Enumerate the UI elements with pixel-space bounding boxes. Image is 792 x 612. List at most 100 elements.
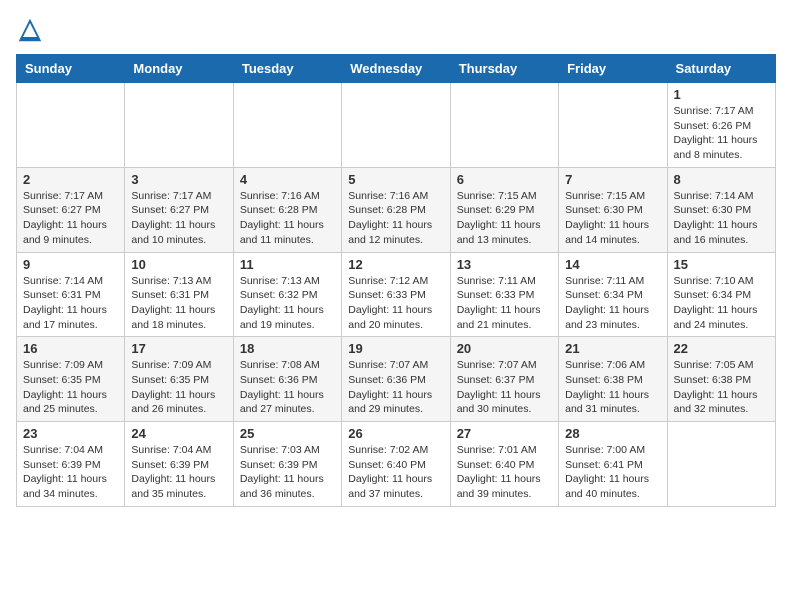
calendar-week-row: 1 Sunrise: 7:17 AM Sunset: 6:26 PM Daylig… (17, 83, 776, 168)
day-info: Sunrise: 7:08 AM Sunset: 6:36 PM Dayligh… (240, 358, 335, 417)
calendar-cell: 17 Sunrise: 7:09 AM Sunset: 6:35 PM Dayli… (125, 337, 233, 422)
day-number: 26 (348, 426, 443, 441)
day-info: Sunrise: 7:13 AM Sunset: 6:32 PM Dayligh… (240, 274, 335, 333)
calendar-cell: 2 Sunrise: 7:17 AM Sunset: 6:27 PM Daylig… (17, 167, 125, 252)
calendar-cell (233, 83, 341, 168)
calendar-cell: 27Sunrise: 7:01 AM Sunset: 6:40 PM Dayli… (450, 422, 558, 507)
day-number: 16 (23, 341, 118, 356)
day-info: Sunrise: 7:09 AM Sunset: 6:35 PM Dayligh… (23, 358, 118, 417)
day-number: 12 (348, 257, 443, 272)
day-info: Sunrise: 7:06 AM Sunset: 6:38 PM Dayligh… (565, 358, 660, 417)
calendar-cell (667, 422, 775, 507)
day-info: Sunrise: 7:12 AM Sunset: 6:33 PM Dayligh… (348, 274, 443, 333)
day-number: 7 (565, 172, 660, 187)
calendar-cell: 23Sunrise: 7:04 AM Sunset: 6:39 PM Dayli… (17, 422, 125, 507)
column-header-saturday: Saturday (667, 55, 775, 83)
day-number: 17 (131, 341, 226, 356)
calendar-cell: 13 Sunrise: 7:11 AM Sunset: 6:33 PM Dayli… (450, 252, 558, 337)
day-info: Sunrise: 7:11 AM Sunset: 6:34 PM Dayligh… (565, 274, 660, 333)
day-number: 6 (457, 172, 552, 187)
day-number: 18 (240, 341, 335, 356)
day-number: 4 (240, 172, 335, 187)
day-number: 11 (240, 257, 335, 272)
day-number: 15 (674, 257, 769, 272)
calendar-cell: 5 Sunrise: 7:16 AM Sunset: 6:28 PM Daylig… (342, 167, 450, 252)
calendar-cell: 18 Sunrise: 7:08 AM Sunset: 6:36 PM Dayli… (233, 337, 341, 422)
calendar-cell: 26 Sunrise: 7:02 AM Sunset: 6:40 PM Dayli… (342, 422, 450, 507)
day-info: Sunrise: 7:17 AM Sunset: 6:26 PM Dayligh… (674, 104, 769, 163)
calendar-cell: 15 Sunrise: 7:10 AM Sunset: 6:34 PM Dayli… (667, 252, 775, 337)
calendar-cell: 6 Sunrise: 7:15 AM Sunset: 6:29 PM Daylig… (450, 167, 558, 252)
day-number: 19 (348, 341, 443, 356)
calendar-week-row: 23 Sunrise: 7:04 AM Sunset: 6:39 PM Dayli… (17, 422, 776, 507)
day-number: 22 (674, 341, 769, 356)
day-number: 24 (131, 426, 226, 441)
calendar-table: SundayMondayTuesdayWednesdayThursdayFrid… (16, 54, 776, 507)
page-header (16, 16, 776, 44)
day-number: 28 (565, 426, 660, 441)
column-header-tuesday: Tuesday (233, 55, 341, 83)
calendar-cell (450, 83, 558, 168)
calendar-cell: 14 Sunrise: 7:11 AM Sunset: 6:34 PM Dayli… (559, 252, 667, 337)
day-number: 13 (457, 257, 552, 272)
day-info: Sunrise: 7:07 AM Sunset: 6:36 PM Dayligh… (348, 358, 443, 417)
day-number: 27 (457, 426, 552, 441)
day-info: Sunrise: 7:14 AM Sunset: 6:31 PM Dayligh… (23, 274, 118, 333)
day-info: Sunrise: 7:15 AM Sunset: 6:30 PM Dayligh… (565, 189, 660, 248)
day-info: Sunrise: 7:17 AM Sunset: 6:27 PM Dayligh… (23, 189, 118, 248)
day-info: Sunrise: 7:13 AM Sunset: 6:31 PM Dayligh… (131, 274, 226, 333)
day-info: Sunrise: 7:02 AM Sunset: 6:40 PM Dayligh… (348, 443, 443, 502)
day-info: Sunrise: 7:16 AM Sunset: 6:28 PM Dayligh… (348, 189, 443, 248)
day-info: Sunrise: 7:07 AM Sunset: 6:37 PM Dayligh… (457, 358, 552, 417)
calendar-cell: 24 Sunrise: 7:04 AM Sunset: 6:39 PM Dayli… (125, 422, 233, 507)
day-number: 23 (23, 426, 118, 441)
calendar-week-row: 16 Sunrise: 7:09 AM Sunset: 6:35 PM Dayli… (17, 337, 776, 422)
day-info: Sunrise: 7:10 AM Sunset: 6:34 PM Dayligh… (674, 274, 769, 333)
day-info: Sunrise: 7:09 AM Sunset: 6:35 PM Dayligh… (131, 358, 226, 417)
calendar-cell: 28 Sunrise: 7:00 AM Sunset: 6:41 PM Dayli… (559, 422, 667, 507)
day-info: Sunrise: 7:05 AM Sunset: 6:38 PM Dayligh… (674, 358, 769, 417)
calendar-cell: 7 Sunrise: 7:15 AM Sunset: 6:30 PM Daylig… (559, 167, 667, 252)
day-info: Sunrise: 7:11 AM Sunset: 6:33 PM Dayligh… (457, 274, 552, 333)
day-number: 5 (348, 172, 443, 187)
day-info: Sunrise: 7:14 AM Sunset: 6:30 PM Dayligh… (674, 189, 769, 248)
day-info: Sunrise: 7:17 AM Sunset: 6:27 PM Dayligh… (131, 189, 226, 248)
calendar-cell (17, 83, 125, 168)
column-header-friday: Friday (559, 55, 667, 83)
calendar-cell: 16 Sunrise: 7:09 AM Sunset: 6:35 PM Dayli… (17, 337, 125, 422)
calendar-cell: 19 Sunrise: 7:07 AM Sunset: 6:36 PM Dayli… (342, 337, 450, 422)
calendar-header-row: SundayMondayTuesdayWednesdayThursdayFrid… (17, 55, 776, 83)
calendar-cell: 1 Sunrise: 7:17 AM Sunset: 6:26 PM Daylig… (667, 83, 775, 168)
calendar-cell: 20 Sunrise: 7:07 AM Sunset: 6:37 PM Dayli… (450, 337, 558, 422)
day-number: 2 (23, 172, 118, 187)
logo-icon (16, 16, 44, 44)
day-number: 10 (131, 257, 226, 272)
day-number: 20 (457, 341, 552, 356)
column-header-monday: Monday (125, 55, 233, 83)
column-header-sunday: Sunday (17, 55, 125, 83)
day-info: Sunrise: 7:16 AM Sunset: 6:28 PM Dayligh… (240, 189, 335, 248)
column-header-thursday: Thursday (450, 55, 558, 83)
calendar-cell: 11 Sunrise: 7:13 AM Sunset: 6:32 PM Dayli… (233, 252, 341, 337)
day-number: 14 (565, 257, 660, 272)
calendar-cell (559, 83, 667, 168)
calendar-cell: 22 Sunrise: 7:05 AM Sunset: 6:38 PM Dayli… (667, 337, 775, 422)
day-number: 21 (565, 341, 660, 356)
day-info: Sunrise: 7:15 AM Sunset: 6:29 PM Dayligh… (457, 189, 552, 248)
calendar-cell (342, 83, 450, 168)
calendar-week-row: 2 Sunrise: 7:17 AM Sunset: 6:27 PM Daylig… (17, 167, 776, 252)
calendar-cell: 21 Sunrise: 7:06 AM Sunset: 6:38 PM Dayli… (559, 337, 667, 422)
calendar-cell: 10 Sunrise: 7:13 AM Sunset: 6:31 PM Dayli… (125, 252, 233, 337)
logo (16, 16, 48, 44)
day-number: 1 (674, 87, 769, 102)
calendar-cell: 12 Sunrise: 7:12 AM Sunset: 6:33 PM Dayli… (342, 252, 450, 337)
day-number: 9 (23, 257, 118, 272)
calendar-cell: 4 Sunrise: 7:16 AM Sunset: 6:28 PM Daylig… (233, 167, 341, 252)
day-info: Sunrise: 7:04 AM Sunset: 6:39 PM Dayligh… (131, 443, 226, 502)
column-header-wednesday: Wednesday (342, 55, 450, 83)
calendar-cell: 3Sunrise: 7:17 AM Sunset: 6:27 PM Daylig… (125, 167, 233, 252)
calendar-week-row: 9 Sunrise: 7:14 AM Sunset: 6:31 PM Daylig… (17, 252, 776, 337)
calendar-cell: 8Sunrise: 7:14 AM Sunset: 6:30 PM Daylig… (667, 167, 775, 252)
day-info: Sunrise: 7:00 AM Sunset: 6:41 PM Dayligh… (565, 443, 660, 502)
day-info: Sunrise: 7:03 AM Sunset: 6:39 PM Dayligh… (240, 443, 335, 502)
